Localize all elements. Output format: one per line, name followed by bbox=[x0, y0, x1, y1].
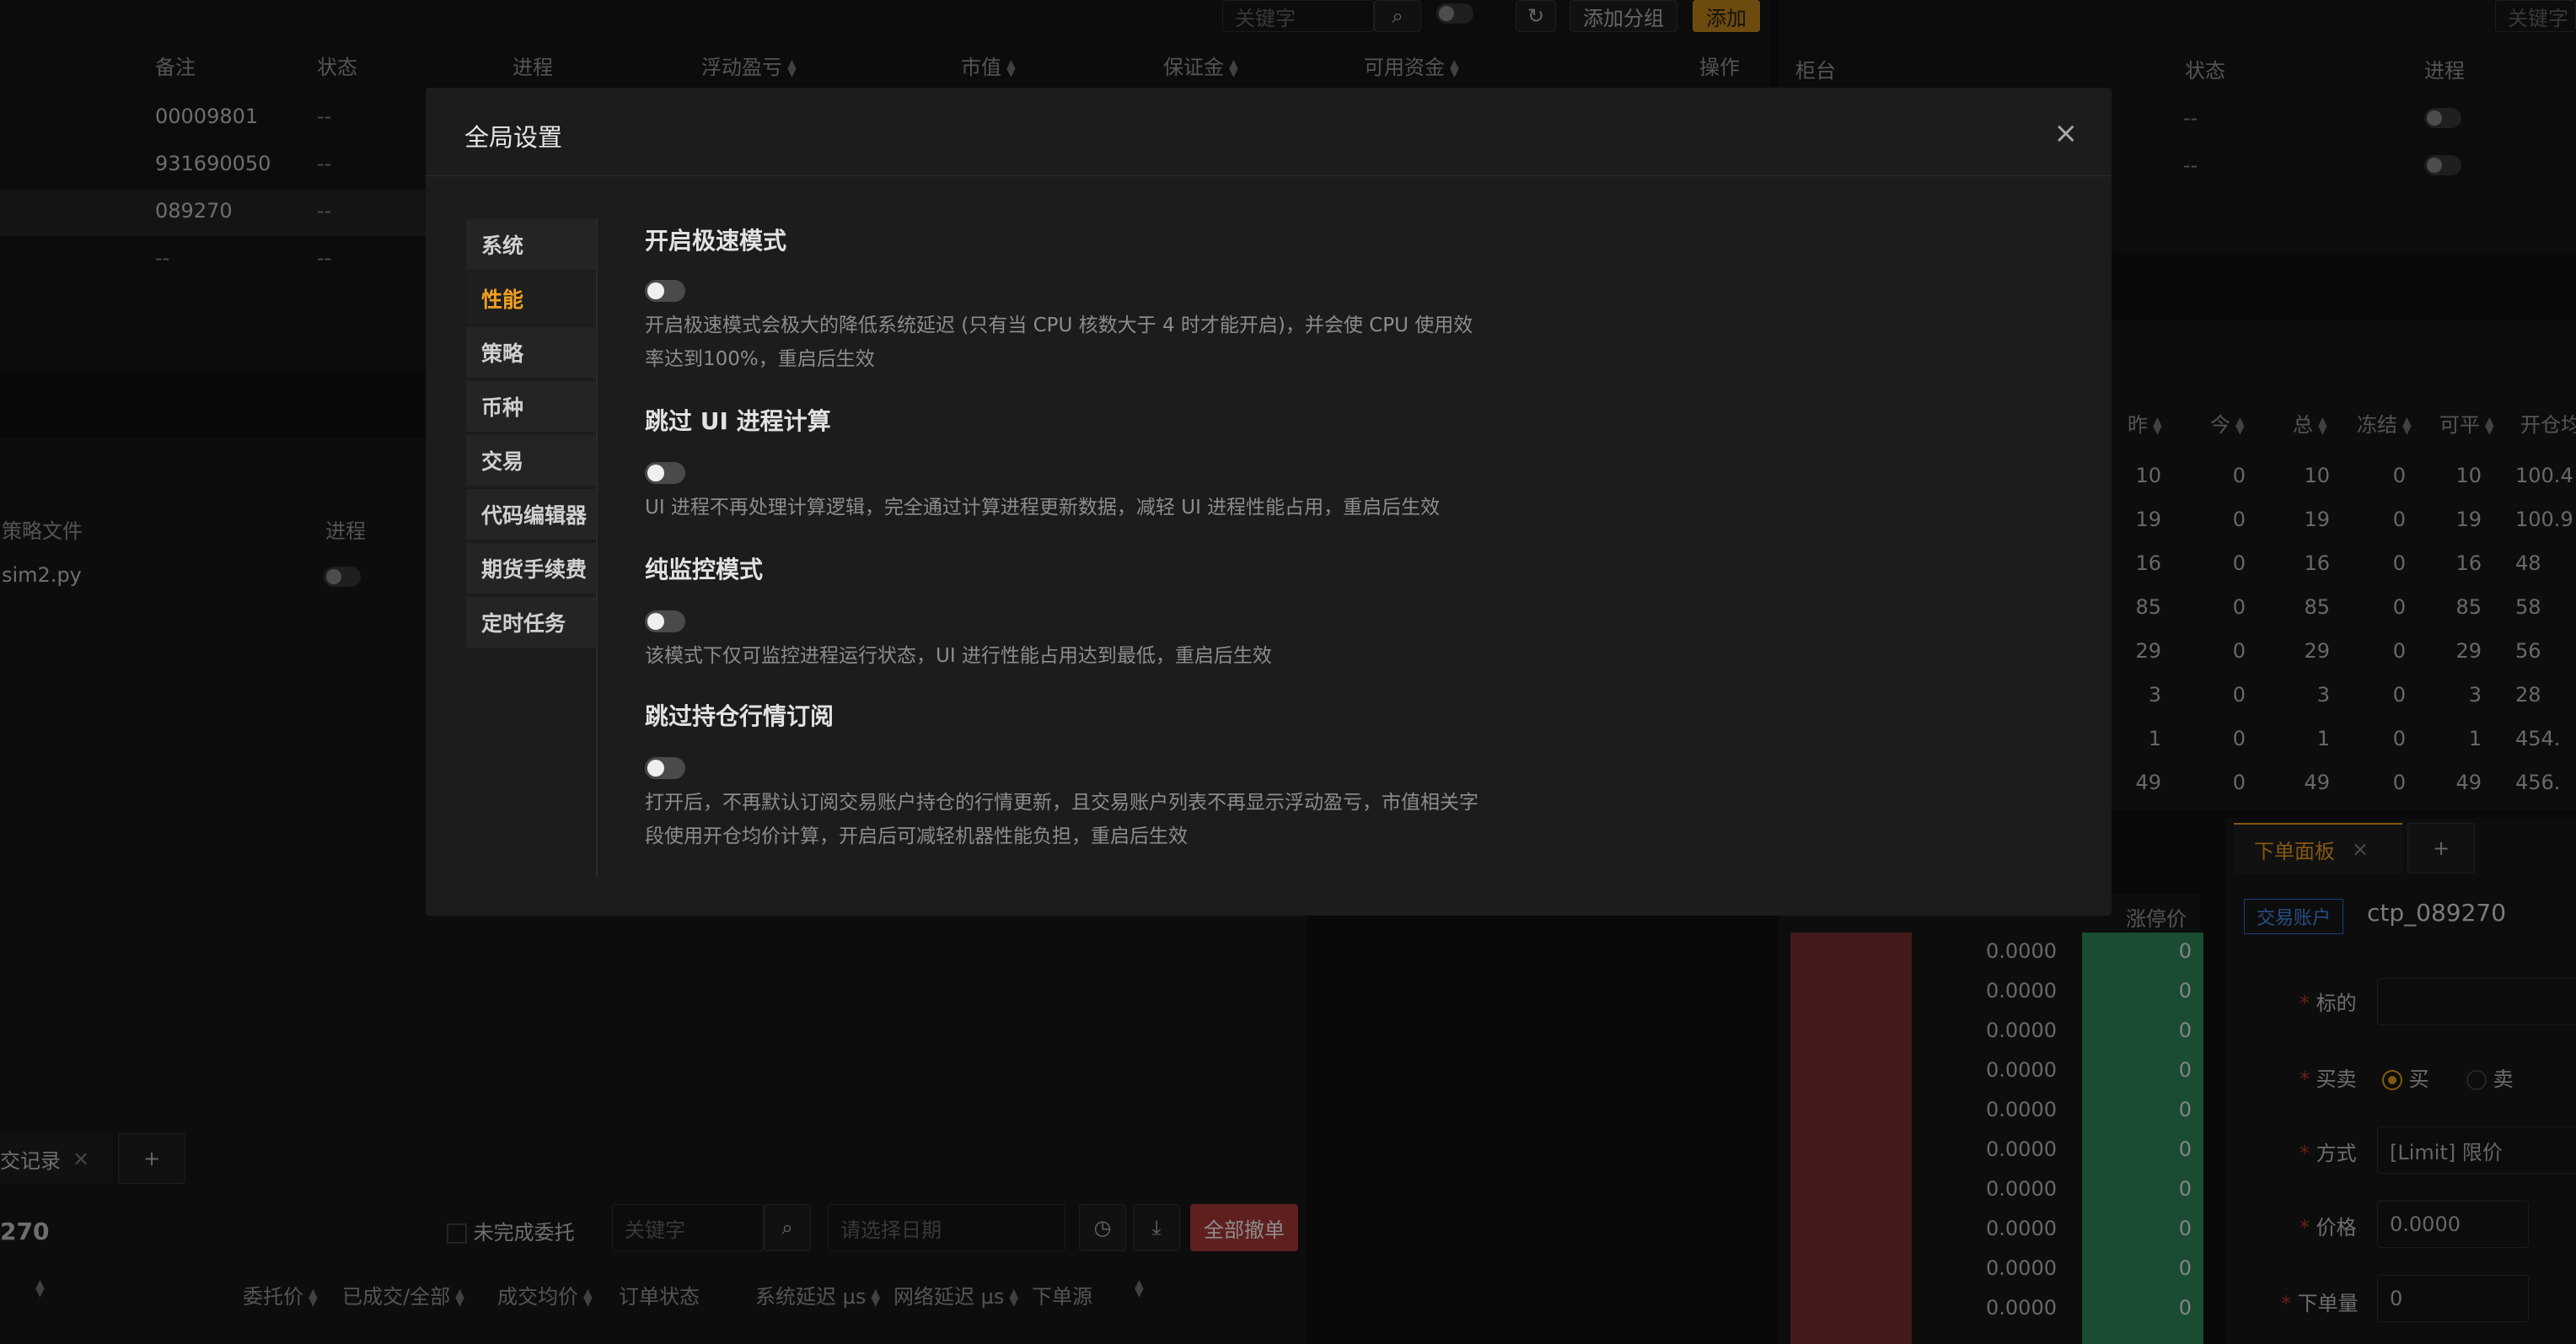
divider bbox=[426, 175, 2112, 176]
nav-item-performance[interactable]: 性能 bbox=[466, 273, 598, 324]
option-description: 开启极速模式会极大的降低系统延迟 (只有当 CPU 核数大于 4 时才能开启)，… bbox=[645, 314, 1473, 370]
nav-item-strategy[interactable]: 策略 bbox=[466, 327, 598, 378]
nav-item-code-editor[interactable]: 代码编辑器 bbox=[466, 489, 598, 540]
nav-item-currency[interactable]: 币种 bbox=[466, 381, 598, 432]
option-description: UI 进程不再处理计算逻辑，完全通过计算进程更新数据，减轻 UI 进程性能占用，… bbox=[645, 497, 1441, 519]
option-description: 该模式下仅可监控进程运行状态，UI 进行性能占用达到最低，重启后生效 bbox=[645, 645, 1272, 667]
nav-divider bbox=[596, 219, 598, 877]
nav-item-trading[interactable]: 交易 bbox=[466, 435, 598, 486]
nav-item-system[interactable]: 系统 bbox=[466, 219, 598, 270]
dialog-title: 全局设置 bbox=[464, 123, 563, 152]
option-title: 跳过 UI 进程计算 bbox=[645, 407, 831, 435]
skip-position-subscription-toggle[interactable] bbox=[645, 757, 685, 779]
option-title: 跳过持仓行情订阅 bbox=[645, 702, 835, 730]
option-title: 纯监控模式 bbox=[645, 556, 764, 583]
option-description: 打开后，不再默认订阅交易账户持仓的行情更新，且交易账户列表不再显示浮动盈亏，市值… bbox=[645, 792, 1479, 847]
close-icon[interactable]: × bbox=[2054, 116, 2079, 150]
settings-nav: 系统 性能 策略 币种 交易 代码编辑器 期货手续费 定时任务 bbox=[466, 219, 598, 651]
skip-ui-calc-toggle[interactable] bbox=[645, 462, 685, 484]
nav-item-scheduled-tasks[interactable]: 定时任务 bbox=[466, 597, 598, 648]
global-settings-dialog: 全局设置 × 系统 性能 策略 币种 交易 代码编辑器 期货手续费 定时任务 开… bbox=[426, 88, 2112, 916]
option-title: 开启极速模式 bbox=[645, 227, 787, 255]
speed-mode-toggle[interactable] bbox=[645, 280, 685, 302]
nav-item-futures-fees[interactable]: 期货手续费 bbox=[466, 543, 598, 594]
monitor-mode-toggle[interactable] bbox=[645, 610, 685, 632]
